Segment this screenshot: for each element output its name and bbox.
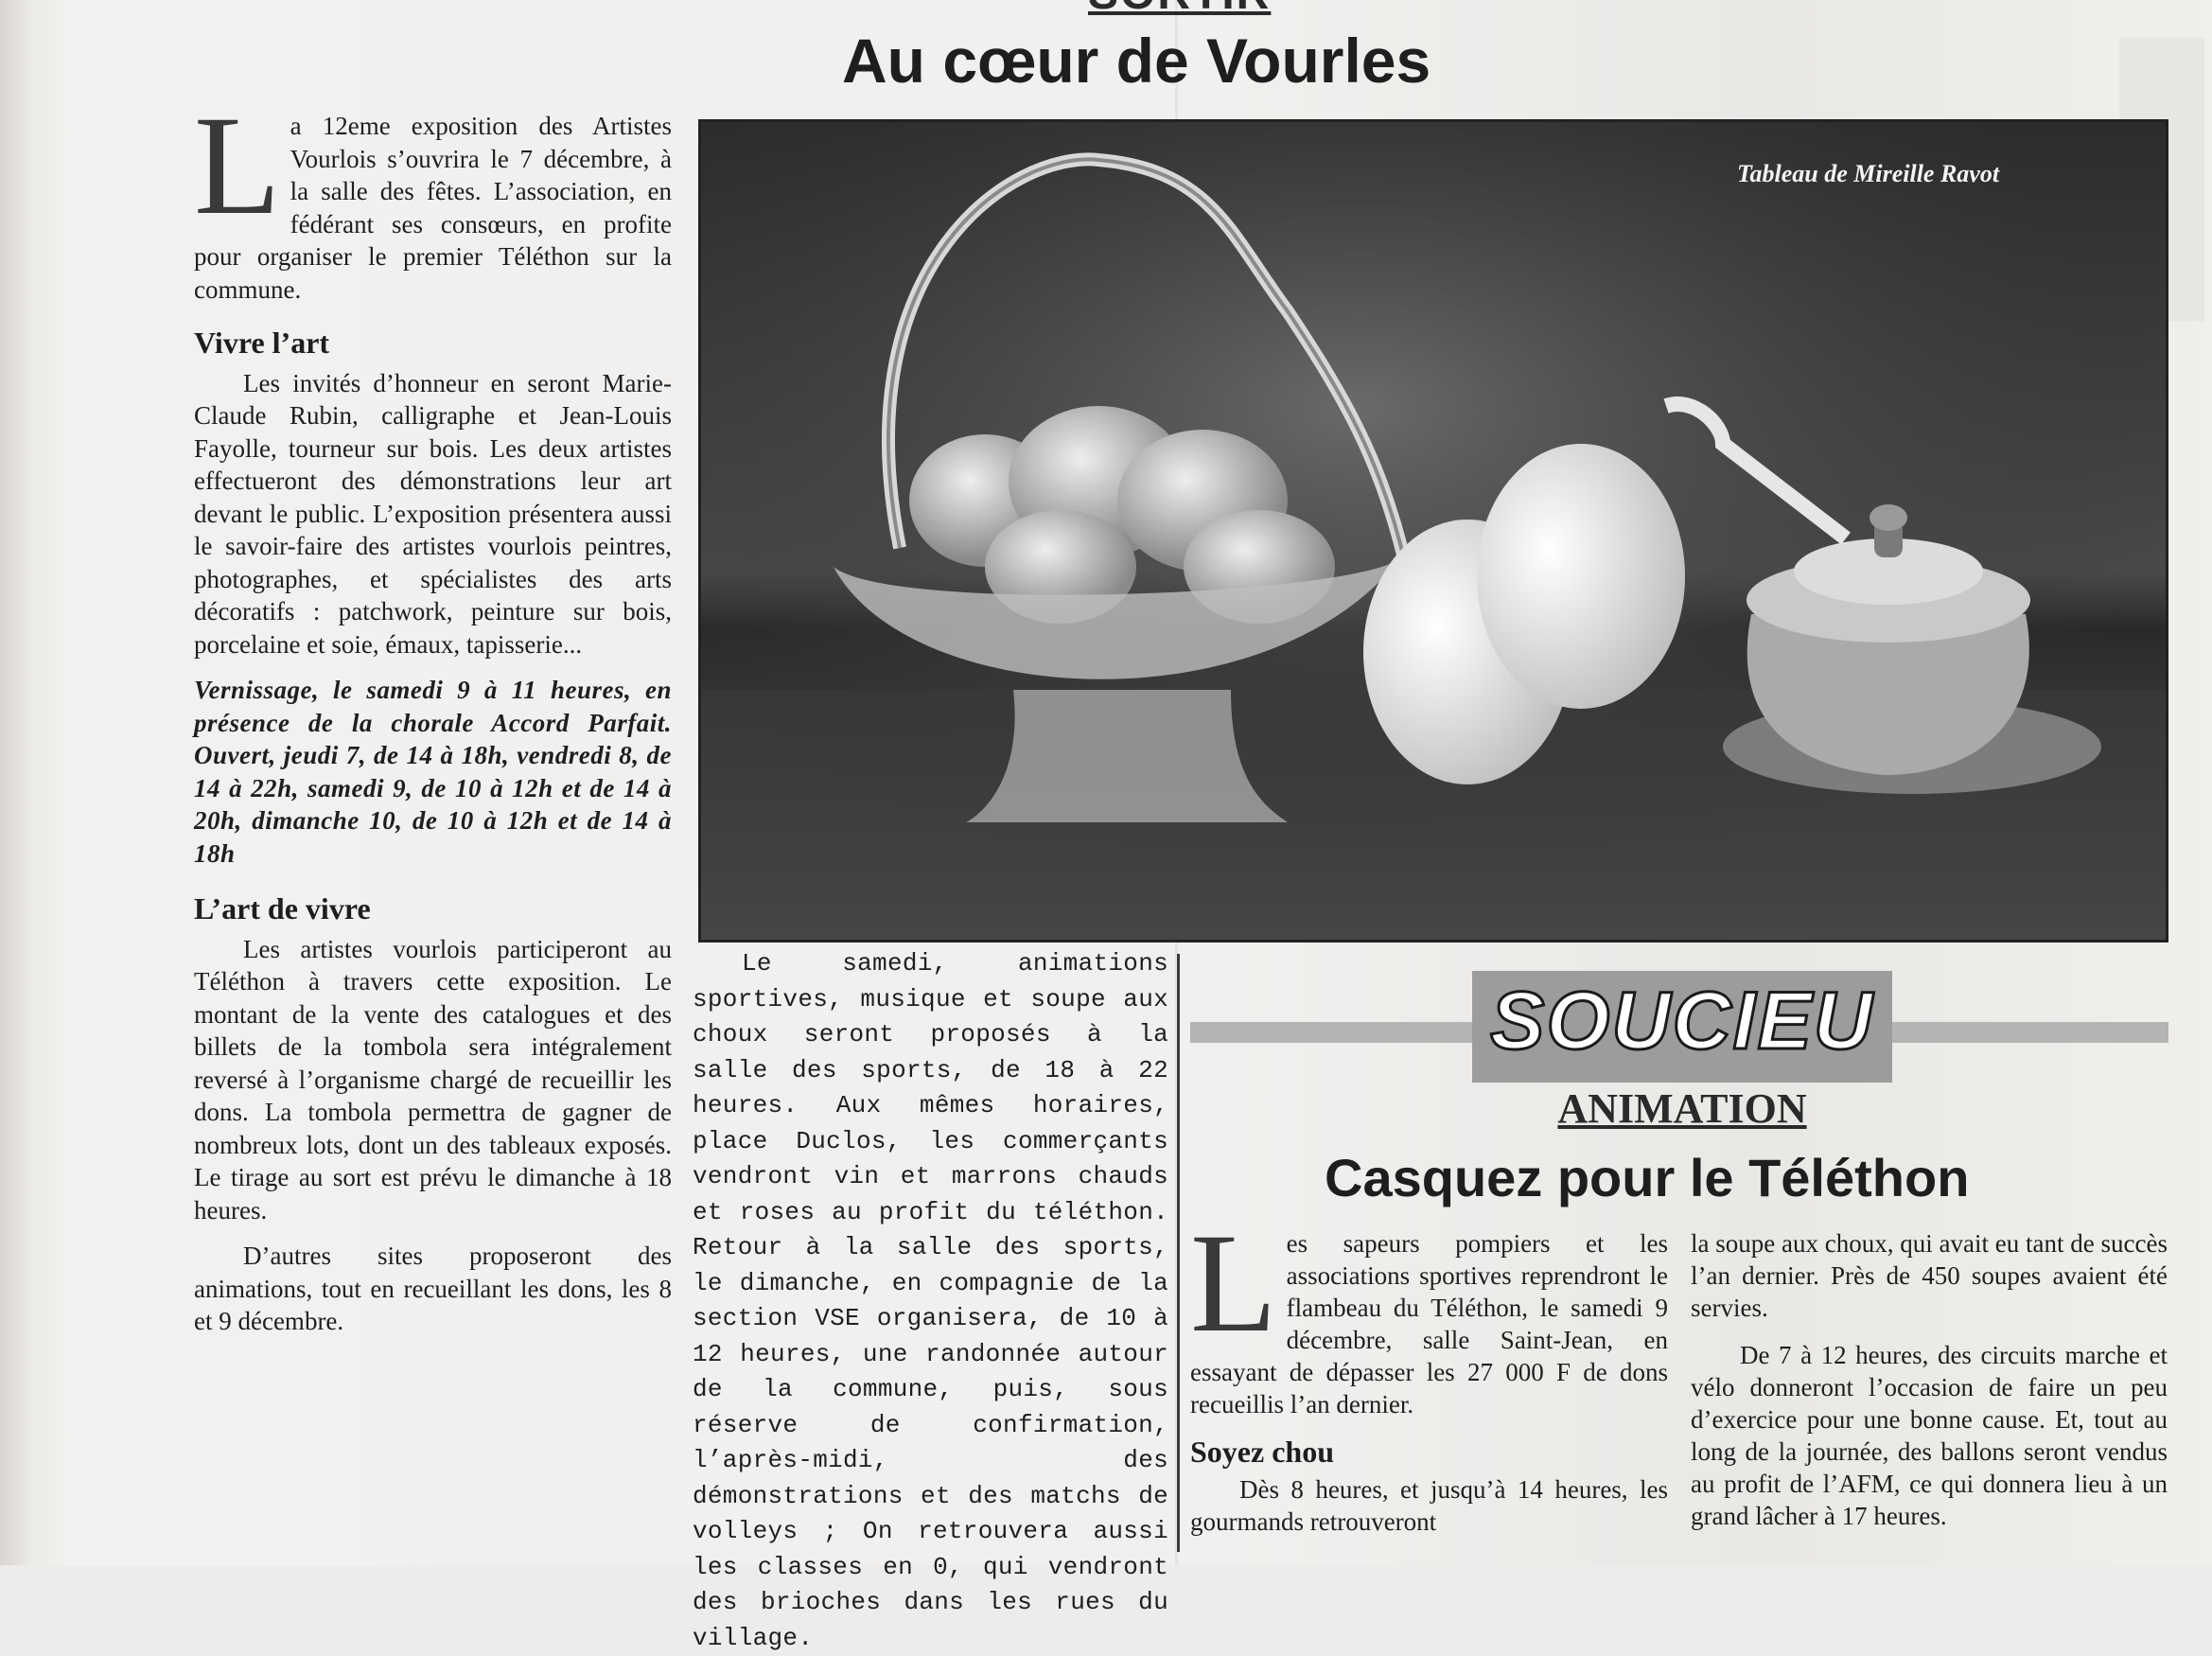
paragraph-telethon: Les artistes vourlois participeront au T… <box>194 934 672 1224</box>
drop-cap-2: L <box>1190 1205 1277 1362</box>
paragraph-autres-sites: D’autres sites proposeront des animation… <box>194 1242 672 1335</box>
photo-caption: Tableau de Mireille Ravot <box>1737 160 2000 187</box>
lead-paragraph-2: Les sapeurs pompiers et les associations… <box>1190 1205 1668 1420</box>
paragraph-circuits: De 7 à 12 heures, des circuits marche et… <box>1691 1341 2168 1530</box>
paragraph-samedi: Le samedi, animations sportives, musique… <box>693 949 1168 1652</box>
subheading-vivre-l-art: Vivre l’art <box>194 326 330 360</box>
article-column-1: La 12eme exposition des Artistes Vourloi… <box>194 87 672 1338</box>
section-kicker: SORTIR <box>1088 0 1271 20</box>
article-headline: Casquez pour le Téléthon <box>1325 1148 1970 1207</box>
article-column-2: Le samedi, animations sportives, musique… <box>693 946 1168 1656</box>
column-rule <box>1177 954 1180 1552</box>
drop-cap: L <box>194 87 281 244</box>
article-column-4: la soupe aux choux, qui avait eu tant de… <box>1691 1227 2168 1532</box>
vernissage-schedule: Vernissage, le samedi 9 à 11 heures, en … <box>194 676 672 868</box>
paragraph-soupe: la soupe aux choux, qui avait eu tant de… <box>1691 1229 2168 1322</box>
town-banner-title: SOUCIEU <box>1489 975 1874 1068</box>
paragraph-des-8-heures: Dès 8 heures, et jusqu’à 14 heures, les … <box>1190 1475 1668 1536</box>
page-headline: Au cœur de Vourles <box>842 26 1431 96</box>
section-label: ANIMATION <box>1557 1085 1807 1132</box>
lead-paragraph: La 12eme exposition des Artistes Vourloi… <box>194 87 672 306</box>
newspaper-page: SORTIR Au cœur de Vourles La 12eme expos… <box>0 0 2212 1652</box>
page-edge-shadow <box>0 0 28 1565</box>
article-column-3: Les sapeurs pompiers et les associations… <box>1190 1205 1668 1538</box>
banner-band-left <box>1190 1022 1472 1043</box>
subheading-soyez-chou: Soyez chou <box>1190 1435 1334 1469</box>
still-life-photo: Tableau de Mireille Ravot <box>698 119 2168 943</box>
banner-band-right <box>1892 1022 2168 1043</box>
still-life-image <box>701 122 2166 940</box>
subheading-l-art-de-vivre: L’art de vivre <box>194 891 371 925</box>
paragraph-invites: Les invités d’honneur en seront Marie-Cl… <box>194 368 672 659</box>
